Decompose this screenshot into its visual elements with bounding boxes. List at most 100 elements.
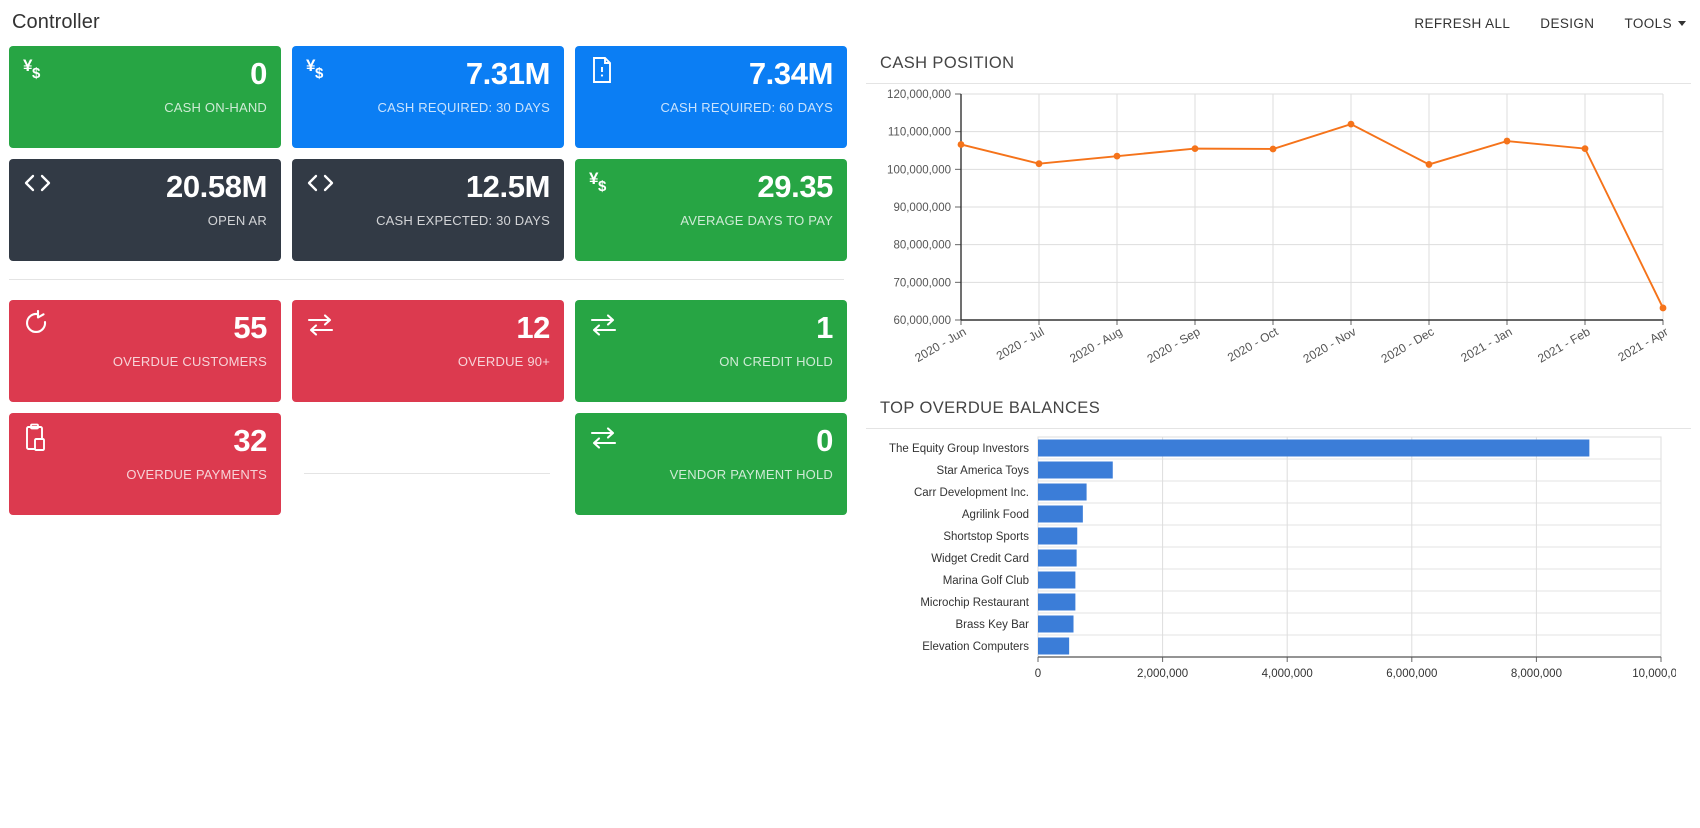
svg-text:4,000,000: 4,000,000 — [1262, 668, 1313, 680]
kpi-value: 55 — [233, 310, 267, 345]
code-brackets-icon — [306, 169, 340, 203]
cash-position-chart[interactable]: 60,000,000 70,000,000 80,000,000 90,000,000… — [866, 84, 1691, 389]
clipboard-icon — [23, 423, 57, 457]
svg-text:2021 - Apr: 2021 - Apr — [1616, 324, 1671, 364]
svg-text:$: $ — [598, 178, 607, 195]
svg-text:10,000,000: 10,000,000 — [1632, 668, 1676, 680]
kpi-group-cash: ¥ $ 0 CASH ON-HAND ¥ $ 7.31M CASH REQUIRED… — [0, 46, 860, 261]
svg-text:2020 - Aug: 2020 - Aug — [1067, 324, 1124, 365]
svg-text:70,000,000: 70,000,000 — [893, 277, 951, 289]
kpi-tile-row: 32 OVERDUE PAYMENTS 0 VENDOR PAYMENT HOLD — [0, 413, 860, 515]
kpi-label: OVERDUE PAYMENTS — [126, 467, 267, 482]
tools-label: TOOLS — [1624, 15, 1672, 31]
refresh-all-label: REFRESH ALL — [1414, 15, 1511, 31]
refresh-all-button[interactable]: REFRESH ALL — [1414, 16, 1510, 31]
svg-text:2020 - Jul: 2020 - Jul — [994, 324, 1047, 362]
design-button[interactable]: DESIGN — [1540, 16, 1594, 31]
kpi-label: CASH REQUIRED: 30 DAYS — [377, 100, 550, 115]
svg-text:Carr Development Inc.: Carr Development Inc. — [914, 487, 1029, 499]
svg-text:60,000,000: 60,000,000 — [893, 315, 951, 327]
kpi-tiles-area: ¥ $ 0 CASH ON-HAND ¥ $ 7.31M CASH REQUIRED… — [0, 46, 860, 526]
kpi-value: 0 — [816, 423, 833, 458]
svg-text:6,000,000: 6,000,000 — [1386, 668, 1437, 680]
kpi-label: CASH ON-HAND — [164, 100, 267, 115]
tile-cash-expected-30[interactable]: 12.5M CASH EXPECTED: 30 DAYS — [292, 159, 564, 261]
top-overdue-panel: TOP OVERDUE BALANCES The Equity Group In… — [866, 391, 1691, 709]
kpi-value: 12 — [516, 310, 550, 345]
tile-cash-required-30[interactable]: ¥ $ 7.31M CASH REQUIRED: 30 DAYS — [292, 46, 564, 148]
svg-text:Star America Toys: Star America Toys — [937, 465, 1030, 477]
svg-text:Widget Credit Card: Widget Credit Card — [931, 553, 1029, 565]
tile-blank — [292, 413, 564, 515]
chevron-down-icon — [1678, 20, 1686, 26]
top-overdue-title: TOP OVERDUE BALANCES — [880, 399, 1101, 417]
header-actions: REFRESH ALL DESIGN TOOLS — [1414, 14, 1686, 31]
svg-text:2020 - Sep: 2020 - Sep — [1145, 324, 1203, 366]
tools-menu-button[interactable]: TOOLS — [1624, 16, 1686, 31]
kpi-group-overdue: 55 OVERDUE CUSTOMERS 12 OVERDUE 90+ 1 ON CR… — [0, 300, 860, 515]
kpi-label: VENDOR PAYMENT HOLD — [669, 467, 833, 482]
tile-cash-required-60[interactable]: 7.34M CASH REQUIRED: 60 DAYS — [575, 46, 847, 148]
kpi-value: 12.5M — [465, 169, 551, 204]
svg-text:2021 - Jan: 2021 - Jan — [1458, 324, 1514, 364]
yen-dollar-icon: ¥ $ — [306, 56, 340, 90]
kpi-label: OPEN AR — [207, 213, 267, 228]
kpi-value: 0 — [250, 56, 267, 91]
tile-cash-on-hand[interactable]: ¥ $ 0 CASH ON-HAND — [9, 46, 281, 148]
kpi-label: CASH EXPECTED: 30 DAYS — [376, 213, 550, 228]
bar-chart-svg: The Equity Group Investors Star America T… — [889, 436, 1690, 680]
svg-text:90,000,000: 90,000,000 — [893, 202, 951, 214]
svg-text:8,000,000: 8,000,000 — [1511, 668, 1562, 680]
top-overdue-chart[interactable]: The Equity Group Investors Star America T… — [866, 429, 1691, 709]
design-label: DESIGN — [1540, 15, 1595, 31]
page-title: Controller — [12, 10, 100, 33]
cash-position-panel: CASH POSITION 60,000,000 70,000,000 80,000… — [866, 46, 1691, 389]
tile-overdue-90-plus[interactable]: 12 OVERDUE 90+ — [292, 300, 564, 402]
line-chart-svg: 60,000,000 70,000,000 80,000,000 90,000,000… — [887, 89, 1671, 366]
kpi-value: 32 — [233, 423, 267, 458]
dashboard-page: Controller REFRESH ALL DESIGN TOOLS ¥ $ … — [0, 0, 1700, 828]
exchange-arrows-icon — [306, 310, 340, 344]
svg-text:2,000,000: 2,000,000 — [1137, 668, 1188, 680]
svg-text:Marina Golf Club: Marina Golf Club — [943, 575, 1029, 587]
svg-text:120,000,000: 120,000,000 — [887, 89, 951, 101]
tile-open-ar[interactable]: 20.58M OPEN AR — [9, 159, 281, 261]
svg-text:$: $ — [32, 65, 41, 82]
exchange-arrows-icon — [589, 310, 623, 344]
app-header: Controller REFRESH ALL DESIGN TOOLS — [0, 0, 1700, 44]
svg-text:0: 0 — [1035, 668, 1041, 680]
kpi-value: 7.31M — [465, 56, 551, 91]
kpi-label: AVERAGE DAYS TO PAY — [680, 213, 833, 228]
svg-text:Elevation Computers: Elevation Computers — [922, 641, 1029, 653]
kpi-label: ON CREDIT HOLD — [719, 354, 833, 369]
tile-overdue-customers[interactable]: 55 OVERDUE CUSTOMERS — [9, 300, 281, 402]
svg-text:2020 - Oct: 2020 - Oct — [1225, 324, 1281, 364]
code-brackets-icon — [23, 169, 57, 203]
kpi-value: 20.58M — [166, 169, 267, 204]
svg-text:100,000,000: 100,000,000 — [887, 164, 951, 176]
exchange-arrows-icon — [589, 423, 623, 457]
svg-text:2020 - Jun: 2020 - Jun — [912, 324, 968, 364]
document-icon — [589, 56, 623, 90]
svg-text:Brass Key Bar: Brass Key Bar — [956, 619, 1030, 631]
svg-text:Shortstop Sports: Shortstop Sports — [943, 531, 1029, 543]
svg-text:2020 - Dec: 2020 - Dec — [1379, 324, 1437, 365]
svg-text:$: $ — [315, 65, 324, 82]
kpi-value: 7.34M — [748, 56, 834, 91]
kpi-tile-row: 20.58M OPEN AR 12.5M CASH EXPECTED: 30 DAY… — [0, 159, 860, 261]
tile-overdue-payments[interactable]: 32 OVERDUE PAYMENTS — [9, 413, 281, 515]
tile-vendor-payment-hold[interactable]: 0 VENDOR PAYMENT HOLD — [575, 413, 847, 515]
kpi-value: 1 — [816, 310, 833, 345]
kpi-value: 29.35 — [757, 169, 833, 204]
svg-text:2021 - Feb: 2021 - Feb — [1535, 324, 1593, 365]
cash-position-title: CASH POSITION — [880, 54, 1015, 72]
svg-text:2020 - Nov: 2020 - Nov — [1301, 324, 1359, 365]
tile-on-credit-hold[interactable]: 1 ON CREDIT HOLD — [575, 300, 847, 402]
kpi-label: CASH REQUIRED: 60 DAYS — [660, 100, 833, 115]
kpi-tile-row: ¥ $ 0 CASH ON-HAND ¥ $ 7.31M CASH REQUIRED… — [0, 46, 860, 148]
kpi-label: OVERDUE CUSTOMERS — [112, 354, 267, 369]
tile-average-days-to-pay[interactable]: ¥ $ 29.35 AVERAGE DAYS TO PAY — [575, 159, 847, 261]
yen-dollar-icon: ¥ $ — [23, 56, 57, 90]
kpi-tile-row: 55 OVERDUE CUSTOMERS 12 OVERDUE 90+ 1 ON CR… — [0, 300, 860, 402]
charts-column: CASH POSITION 60,000,000 70,000,000 80,000… — [866, 46, 1691, 709]
